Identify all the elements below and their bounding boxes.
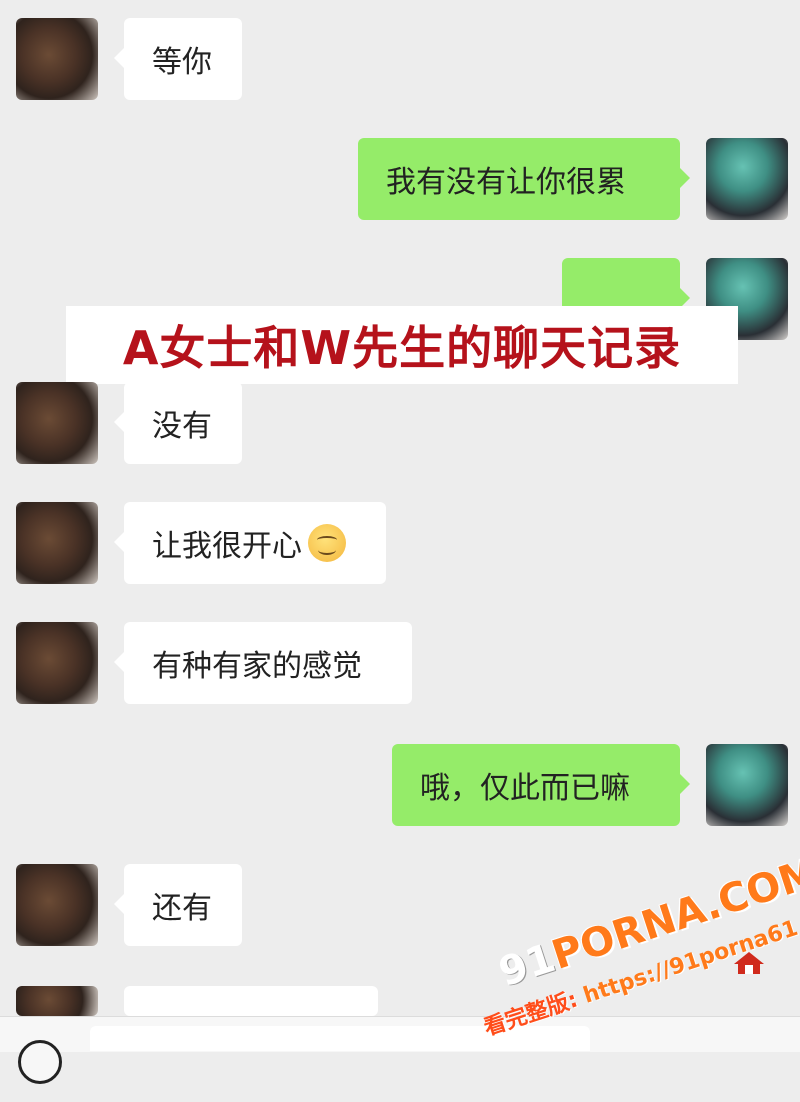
message-bubble[interactable]: 等你 <box>114 18 242 100</box>
message-text: 没有 <box>152 409 212 444</box>
contact-avatar[interactable] <box>16 986 98 1016</box>
contact-avatar[interactable] <box>16 622 98 704</box>
message-bubble[interactable]: 我有没有让你很累 <box>358 138 690 220</box>
voice-input-icon[interactable] <box>18 1040 62 1084</box>
my-avatar[interactable] <box>706 138 788 220</box>
watermark-url-label: 看完整版: <box>481 987 581 1042</box>
message-bubble[interactable]: 让我很开心 <box>114 502 386 584</box>
my-avatar[interactable] <box>706 744 788 826</box>
message-bubble[interactable]: 没有 <box>114 382 242 464</box>
contact-avatar[interactable] <box>16 502 98 584</box>
contact-avatar[interactable] <box>16 864 98 946</box>
message-bubble[interactable]: 还有 <box>114 864 242 946</box>
message-bubble[interactable]: 有种有家的感觉 <box>114 622 412 704</box>
message-text: 让我很开心 <box>152 529 302 564</box>
smile-emoji-icon <box>308 524 346 562</box>
message-text: 等你 <box>152 45 212 80</box>
message-bubble[interactable]: 哦，仅此而已嘛 <box>392 744 690 826</box>
message-text: 还有 <box>152 891 212 926</box>
message-text: 有种有家的感觉 <box>152 649 362 684</box>
message-text: 我有没有让你很累 <box>386 165 626 200</box>
house-logo-icon <box>734 952 764 974</box>
title-banner: A女士和W先生的聊天记录 <box>66 306 738 384</box>
contact-avatar[interactable] <box>16 18 98 100</box>
message-bubble[interactable] <box>114 986 378 1036</box>
message-text: 哦，仅此而已嘛 <box>420 771 630 806</box>
contact-avatar[interactable] <box>16 382 98 464</box>
